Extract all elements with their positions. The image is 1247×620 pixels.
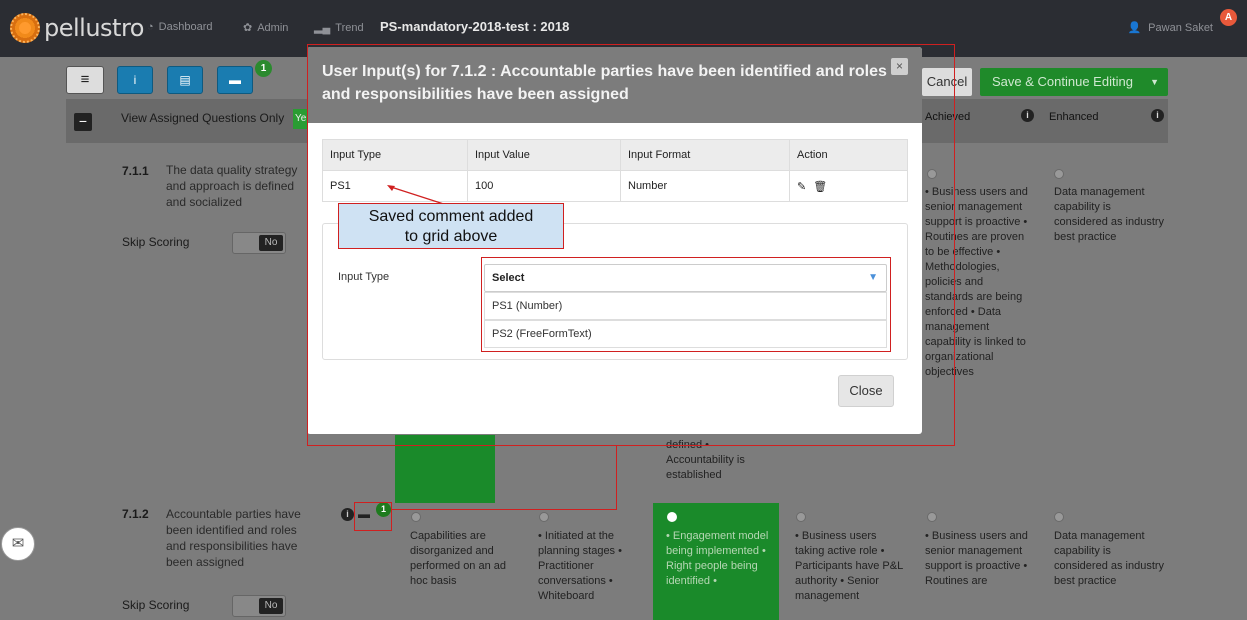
user-icon: 👤	[1127, 22, 1142, 34]
info-icon: i	[133, 73, 137, 87]
list-button[interactable]: ▤	[167, 66, 203, 94]
chevron-down-icon[interactable]: ▼	[1150, 68, 1159, 96]
question-text: Accountable parties have been identified…	[166, 507, 301, 569]
skip-scoring-toggle[interactable]: No	[232, 232, 286, 254]
brand-name: pellustro	[44, 14, 144, 42]
enhanced-radio[interactable]	[1054, 169, 1064, 179]
skip-scoring-value: No	[259, 235, 283, 251]
annotation-callout: Saved comment added to grid above	[338, 203, 564, 249]
brand-logo[interactable]: pellustro	[10, 13, 144, 43]
gear-icon: ✿	[243, 22, 253, 34]
achieved-radio[interactable]	[927, 512, 937, 522]
nav-trend-label: Trend	[335, 21, 364, 34]
nav-trend[interactable]: ▂▄ Trend	[314, 21, 364, 35]
user-notification-badge[interactable]: A	[1220, 9, 1237, 26]
envelope-icon: ✉	[11, 535, 25, 552]
user-name: Pawan Saket	[1148, 21, 1213, 34]
comments-count-badge: 1	[255, 60, 272, 77]
nav-admin-label: Admin	[257, 21, 289, 34]
nav-admin[interactable]: ✿ Admin	[243, 21, 289, 35]
menu-button[interactable]: ≡	[66, 66, 104, 94]
skip-scoring-toggle[interactable]: No	[232, 595, 286, 617]
enhanced-radio[interactable]	[1054, 512, 1064, 522]
level1-radio[interactable]	[411, 512, 421, 522]
annotation-dropdown-outline	[481, 257, 891, 352]
question-number: 7.1.1	[122, 164, 149, 178]
level4-description: • Business users taking active role • Pa…	[795, 530, 903, 602]
view-assigned-label: View Assigned Questions Only	[121, 111, 285, 125]
skip-scoring-label: Skip Scoring	[122, 235, 190, 249]
level3-description: • Engagement model being implemented • R…	[666, 530, 769, 587]
list-icon: ▤	[179, 73, 191, 87]
question-text: The data quality strategy and approach i…	[166, 163, 298, 209]
comment-icon: ▬	[229, 73, 241, 87]
level1-description: Capabilities are disorganized and perfor…	[410, 530, 507, 587]
question-info-icon[interactable]: i	[341, 507, 354, 521]
skip-scoring-label: Skip Scoring	[122, 598, 190, 612]
brand-gear-icon	[10, 13, 40, 43]
bar-chart-icon: ▂▄	[314, 22, 331, 34]
skip-scoring-value: No	[259, 598, 283, 614]
question-number: 7.1.2	[122, 507, 149, 521]
nav-dashboard[interactable]: ◔ Dashboard	[147, 21, 212, 33]
info-button[interactable]: i	[117, 66, 153, 94]
user-menu[interactable]: 👤 Pawan Saket	[1127, 21, 1213, 35]
achieved-info-icon[interactable]: i	[1021, 109, 1034, 122]
view-assigned-toggle[interactable]: Ye	[293, 109, 307, 129]
enhanced-description: Data management capability is considered…	[1054, 530, 1165, 587]
enhanced-info-icon[interactable]: i	[1151, 109, 1164, 122]
annotation-comment-outline	[354, 502, 392, 531]
level3-radio-selected[interactable]	[667, 512, 677, 522]
save-continue-button[interactable]: Save & Continue Editing ▼	[980, 68, 1168, 96]
feedback-button[interactable]: ✉	[1, 527, 35, 561]
level4-radio[interactable]	[796, 512, 806, 522]
callout-line: Saved comment added	[368, 208, 534, 225]
annotation-connector	[616, 446, 617, 510]
comments-button[interactable]: ▬	[217, 66, 253, 94]
dashboard-icon: ◔	[147, 21, 154, 33]
enhanced-header: Enhanced	[1049, 111, 1099, 123]
level2-radio[interactable]	[539, 512, 549, 522]
achieved-description: • Business users and senior management s…	[925, 530, 1028, 587]
collapse-button[interactable]: −	[74, 113, 92, 131]
annotation-connector	[391, 509, 617, 510]
level2-description: • Initiated at the planning stages • Pra…	[538, 530, 622, 602]
nav-dashboard-label: Dashboard	[158, 21, 213, 33]
save-continue-label: Save & Continue Editing	[992, 74, 1133, 89]
enhanced-description: Data management capability is considered…	[1054, 186, 1165, 243]
callout-line: to grid above	[404, 228, 498, 245]
assessment-title: PS-mandatory-2018-test : 2018	[380, 19, 570, 34]
